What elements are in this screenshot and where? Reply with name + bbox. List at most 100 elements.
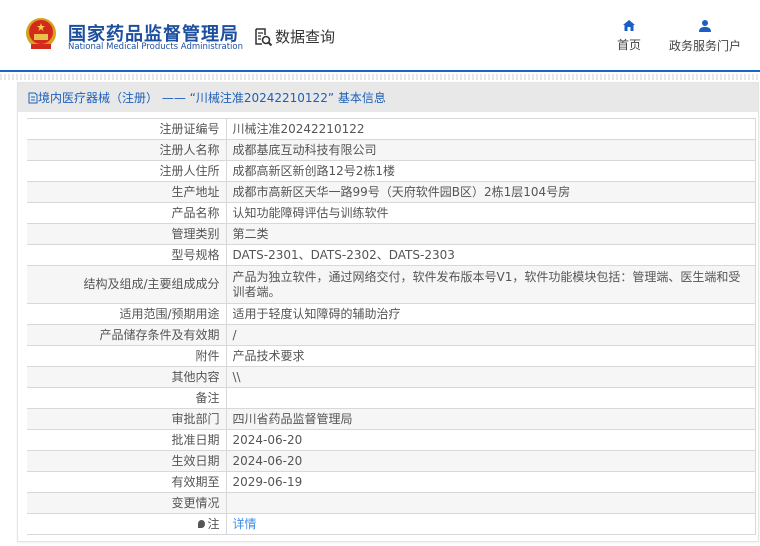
field-label: 型号规格 [27, 244, 227, 266]
field-value: 详情 [225, 513, 756, 535]
home-icon [623, 20, 635, 31]
field-value: 2029-06-19 [225, 471, 756, 493]
table-row: 结构及组成/主要组成成分 产品为独立软件，通过网络交付，软件发布版本号V1，软件功… [27, 265, 756, 304]
field-label: 审批部门 [27, 408, 227, 430]
field-label-text: 其他内容 [171, 369, 220, 384]
field-label-text: 有效期至 [171, 474, 220, 489]
field-value-text: 成都基底互动科技有限公司 [232, 142, 377, 157]
table-row: 其他内容 \\ [27, 366, 756, 388]
field-label: 附件 [27, 345, 227, 367]
field-label-text: 变更情况 [171, 495, 220, 510]
field-value: / [225, 324, 756, 346]
field-value-text: 川械注准20242210122 [232, 121, 365, 136]
field-value: 成都高新区新创路12号2栋1楼 [225, 160, 756, 182]
detail-panel: 境内医疗器械（注册） —— “川械注准20242210122” 基本信息 注册证… [17, 82, 759, 542]
field-label-text: 附件 [195, 348, 220, 363]
table-row: 生效日期 2024-06-20 [27, 450, 756, 472]
data-query-label: 数据查询 [275, 28, 336, 46]
table-row: 审批部门 四川省药品监督管理局 [27, 408, 756, 430]
field-label: 注 [27, 513, 227, 535]
field-label-text: 管理类别 [171, 226, 220, 241]
field-value: 成都市高新区天华一路99号（天府软件园B区）2栋1层104号房 [225, 181, 756, 203]
field-value-text: 产品技术要求 [232, 348, 305, 363]
details-link[interactable]: 详情 [233, 517, 257, 531]
field-value-text: / [232, 327, 237, 342]
table-row: 型号规格 DATS-2301、DATS-2302、DATS-2303 [27, 244, 756, 266]
table-row: 注册人住所 成都高新区新创路12号2栋1楼 [27, 160, 756, 182]
field-label: 注册人名称 [27, 139, 227, 161]
table-row: 注册证编号 川械注准20242210122 [27, 118, 756, 140]
field-label-text: 注册人名称 [159, 142, 220, 157]
field-value: 2024-06-20 [225, 450, 756, 472]
document-icon [28, 92, 38, 103]
field-label-text: 适用范围/预期用途 [119, 306, 220, 321]
field-label: 产品名称 [27, 202, 227, 224]
field-label-text: 型号规格 [171, 247, 220, 262]
field-value-text: 2029-06-19 [232, 474, 303, 489]
field-label: 结构及组成/主要组成成分 [27, 265, 227, 304]
field-value: 认知功能障碍评估与训练软件 [225, 202, 756, 224]
field-value-text: 产品为独立软件，通过网络交付，软件发布版本号V1，软件功能模块包括：管理端、医生… [232, 269, 741, 299]
table-row: 变更情况 [27, 492, 756, 514]
nav-service-portal-label: 政务服务门户 [669, 39, 742, 53]
divider [0, 74, 760, 80]
field-label: 产品储存条件及有效期 [27, 324, 227, 346]
field-label-text: 批准日期 [171, 432, 220, 447]
nav-home[interactable]: 首页 [617, 20, 641, 53]
table-row: 适用范围/预期用途 适用于轻度认知障碍的辅助治疗 [27, 303, 756, 325]
field-value-text: 四川省药品监督管理局 [232, 411, 353, 426]
field-value: DATS-2301、DATS-2302、DATS-2303 [225, 244, 756, 266]
table-row: 批准日期 2024-06-20 [27, 429, 756, 451]
field-label-text: 结构及组成/主要组成成分 [83, 277, 220, 291]
field-value-text: 2024-06-20 [232, 432, 303, 447]
field-label: 变更情况 [27, 492, 227, 514]
field-value: \\ [225, 366, 756, 388]
table-row: 备注 [27, 387, 756, 409]
field-label-text: 产品储存条件及有效期 [99, 327, 220, 342]
nav-service-portal[interactable]: 政务服务门户 [669, 20, 741, 54]
field-value [225, 492, 756, 514]
data-query-link[interactable]: 数据查询 [253, 26, 335, 47]
field-value-text: DATS-2301、DATS-2302、DATS-2303 [232, 247, 455, 262]
field-label-text: 产品名称 [171, 205, 220, 220]
field-value-text: 成都高新区新创路12号2栋1楼 [232, 163, 396, 178]
field-label: 生效日期 [27, 450, 227, 472]
field-value: 2024-06-20 [225, 429, 756, 451]
site-header: 国家药品监督管理局 National Medical Products Admi… [0, 0, 760, 72]
table-row: 产品储存条件及有效期 / [27, 324, 756, 346]
field-value [225, 387, 756, 409]
field-value: 第二类 [225, 223, 756, 245]
panel-title: 境内医疗器械（注册） —— “川械注准20242210122” 基本信息 [18, 83, 758, 112]
field-label-text: 生产地址 [171, 184, 220, 199]
field-value: 产品为独立软件，通过网络交付，软件发布版本号V1，软件功能模块包括：管理端、医生… [225, 265, 756, 304]
field-label-text: 审批部门 [171, 411, 220, 426]
brand-name-en: National Medical Products Administration [68, 42, 243, 52]
document-search-icon [255, 27, 273, 46]
table-row: 注详情 [27, 513, 756, 535]
national-emblem-logo [26, 18, 56, 49]
field-label: 批准日期 [27, 429, 227, 451]
field-label-text: 生效日期 [171, 453, 220, 468]
field-value: 产品技术要求 [225, 345, 756, 367]
table-row: 生产地址 成都市高新区天华一路99号（天府软件园B区）2栋1层104号房 [27, 181, 756, 203]
table-row: 产品名称 认知功能障碍评估与训练软件 [27, 202, 756, 224]
nav-home-label: 首页 [617, 38, 642, 52]
info-table: 注册证编号 川械注准20242210122 注册人名称 成都基底互动科技有限公司 注册人… [27, 118, 756, 535]
field-label: 适用范围/预期用途 [27, 303, 227, 325]
table-row: 有效期至 2029-06-19 [27, 471, 756, 493]
field-label: 有效期至 [27, 471, 227, 493]
user-icon [699, 20, 711, 32]
field-value: 成都基底互动科技有限公司 [225, 139, 756, 161]
pin-icon [198, 519, 206, 528]
field-label: 备注 [27, 387, 227, 409]
field-value: 适用于轻度认知障碍的辅助治疗 [225, 303, 756, 325]
field-label: 注册人住所 [27, 160, 227, 182]
field-label: 生产地址 [27, 181, 227, 203]
field-value: 四川省药品监督管理局 [225, 408, 756, 430]
field-label-text: 注册人住所 [159, 163, 220, 178]
field-label-text: 备注 [195, 390, 220, 405]
field-value-text: 适用于轻度认知障碍的辅助治疗 [232, 306, 401, 321]
field-label: 其他内容 [27, 366, 227, 388]
field-value-text: 2024-06-20 [232, 453, 303, 468]
table-row: 注册人名称 成都基底互动科技有限公司 [27, 139, 756, 161]
